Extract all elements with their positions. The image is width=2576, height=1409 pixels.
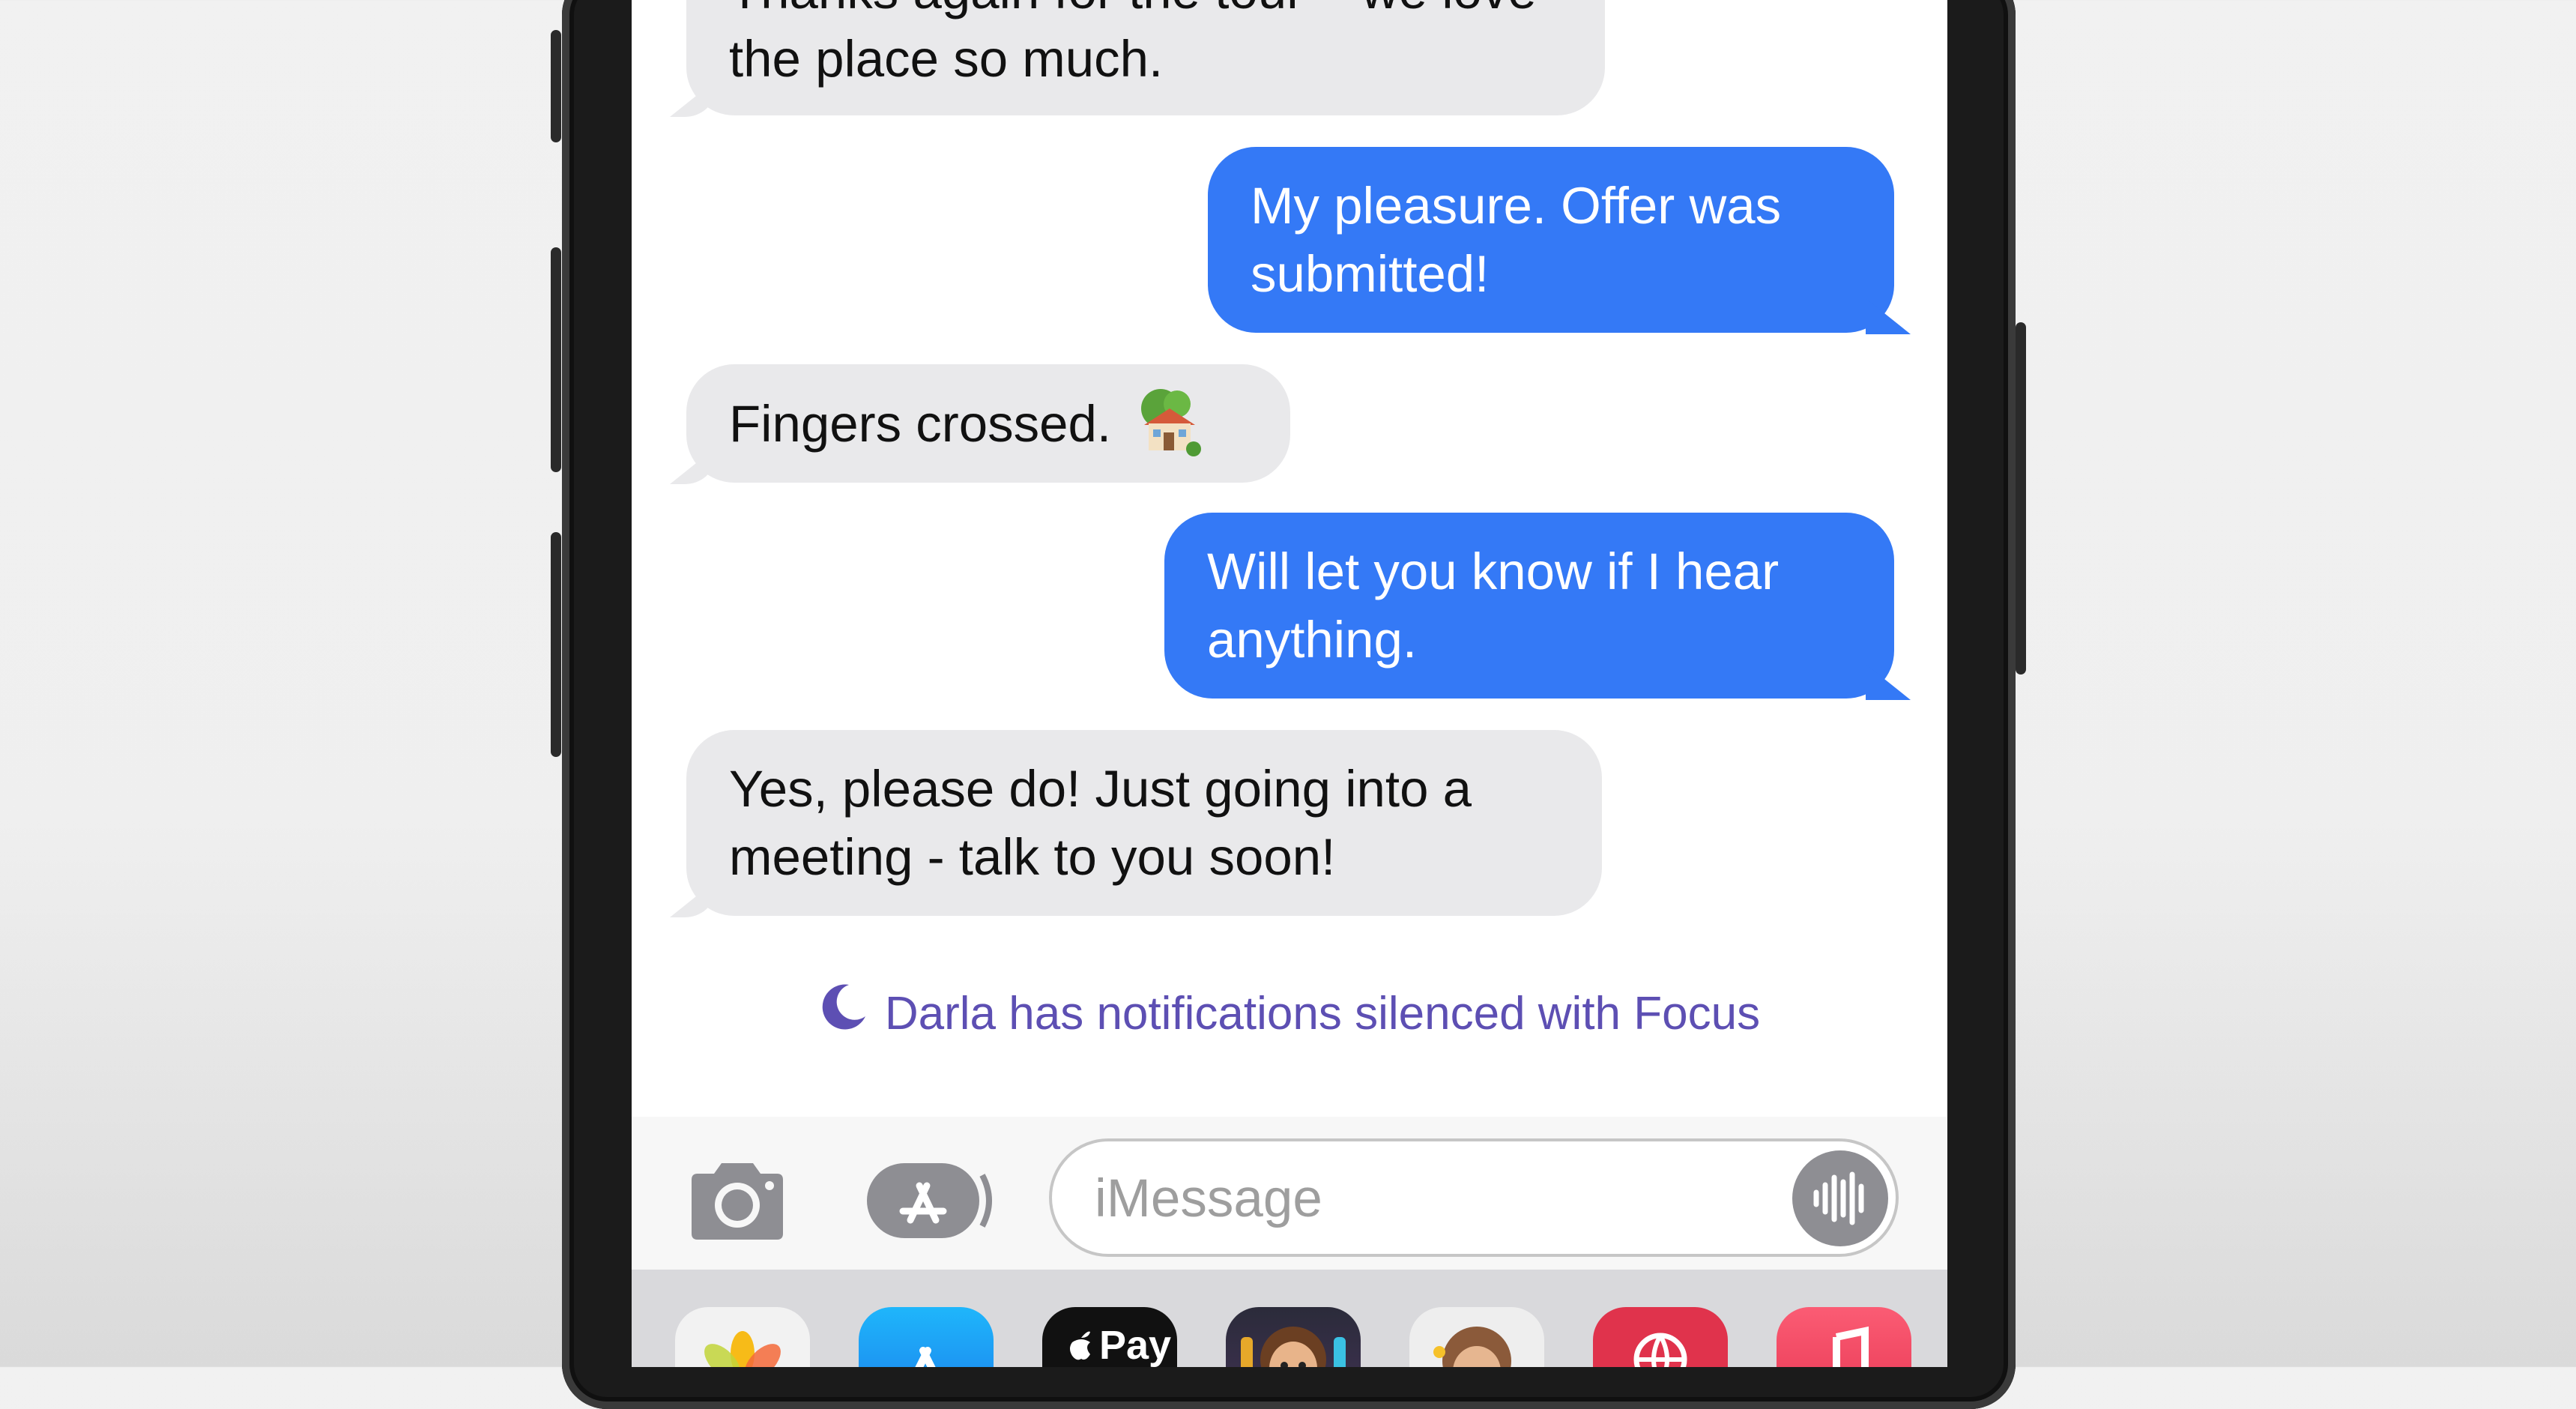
messages-screen: Thanks again for the tour – we love the … (632, 0, 1947, 1367)
message-input-field[interactable] (1049, 1138, 1899, 1257)
app-store-app-icon[interactable] (859, 1307, 994, 1367)
waveform-icon (1813, 1171, 1864, 1225)
message-bubble-incoming[interactable]: Fingers crossed. (686, 364, 1290, 483)
memoji-stickers-app-icon[interactable] (1409, 1307, 1544, 1367)
app-store-icon (867, 1163, 992, 1238)
apps-button[interactable] (864, 1156, 999, 1246)
app-drawer: Pay (632, 1270, 1947, 1367)
dictation-button[interactable] (1792, 1150, 1888, 1246)
message-bubble-incoming[interactable]: Thanks again for the tour – we love the … (686, 0, 1605, 115)
photos-app-icon[interactable] (675, 1307, 810, 1367)
phone-side-button (551, 532, 561, 757)
message-bubble-outgoing[interactable]: Will let you know if I hear anything. (1164, 513, 1894, 699)
apple-pay-label: Pay (1099, 1323, 1172, 1367)
compose-bar (632, 1117, 1947, 1270)
message-bubble-incoming[interactable]: Yes, please do! Just going into a meetin… (686, 730, 1602, 916)
message-text: Fingers crossed. (729, 394, 1112, 453)
message-text: Thanks again for the tour – we love the … (729, 0, 1537, 88)
focus-status-notice: Darla has notifications silenced with Fo… (632, 982, 1947, 1046)
moon-icon (819, 982, 868, 1046)
music-app-icon[interactable] (1777, 1307, 1911, 1367)
camera-icon (692, 1163, 783, 1240)
phone-side-button (551, 30, 561, 142)
phone-side-button (551, 247, 561, 472)
message-text: Will let you know if I hear anything. (1207, 543, 1780, 669)
focus-notice-text: Darla has notifications silenced with Fo… (884, 988, 1761, 1040)
apple-pay-app-icon[interactable]: Pay (1042, 1307, 1177, 1367)
memoji-app-icon[interactable] (1226, 1307, 1361, 1367)
message-text: Yes, please do! Just going into a meetin… (729, 760, 1472, 886)
conversation[interactable]: Thanks again for the tour – we love the … (632, 0, 1947, 1117)
message-input[interactable] (1093, 1141, 1733, 1255)
phone-power-button (2016, 322, 2026, 675)
house-with-garden-icon (1131, 389, 1203, 458)
web-search-app-icon[interactable] (1593, 1307, 1728, 1367)
camera-button[interactable] (681, 1156, 793, 1246)
message-text: My pleasure. Offer was submitted! (1251, 177, 1782, 303)
message-bubble-outgoing[interactable]: My pleasure. Offer was submitted! (1208, 147, 1894, 333)
